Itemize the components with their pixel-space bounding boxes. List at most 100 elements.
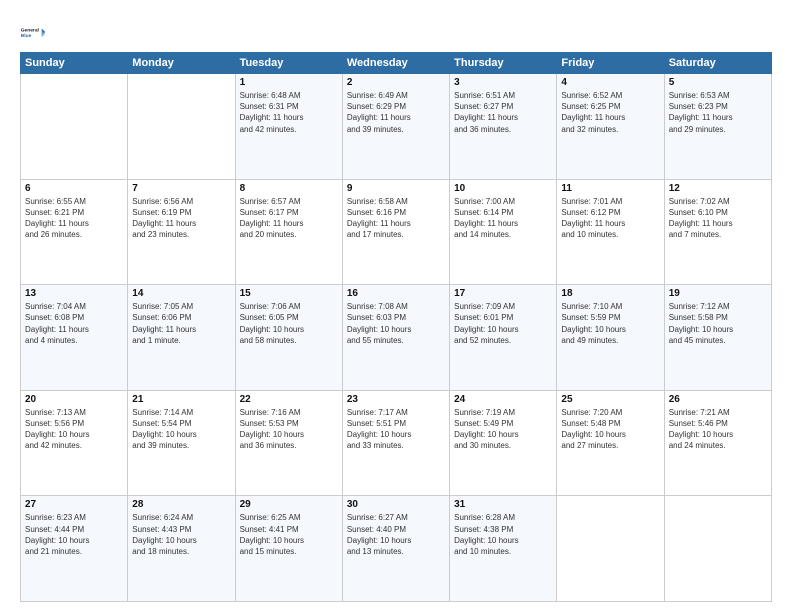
svg-text:Blue: Blue — [21, 33, 32, 39]
day-number: 5 — [669, 77, 767, 88]
day-number: 12 — [669, 183, 767, 194]
day-cell: 9Sunrise: 6:58 AM Sunset: 6:16 PM Daylig… — [342, 179, 449, 285]
day-info: Sunrise: 6:24 AM Sunset: 4:43 PM Dayligh… — [132, 512, 230, 557]
day-cell: 31 Sunrise: 6:28 AM Sunset: 4:38 PM Dayli… — [450, 496, 557, 602]
day-cell — [664, 496, 771, 602]
day-cell: 27 Sunrise: 6:23 AM Sunset: 4:44 PM Dayli… — [21, 496, 128, 602]
day-cell: 8 Sunrise: 6:57 AM Sunset: 6:17 PM Daylig… — [235, 179, 342, 285]
day-cell: 5 Sunrise: 6:53 AM Sunset: 6:23 PM Daylig… — [664, 74, 771, 180]
day-header: Sunday — [21, 53, 128, 74]
week-row: 27 Sunrise: 6:23 AM Sunset: 4:44 PM Dayli… — [21, 496, 772, 602]
day-info: Sunrise: 6:51 AM Sunset: 6:27 PM Dayligh… — [454, 90, 552, 135]
day-cell: 22 Sunrise: 7:16 AM Sunset: 5:53 PM Dayli… — [235, 390, 342, 496]
day-header: Tuesday — [235, 53, 342, 74]
day-number: 7 — [132, 183, 230, 194]
day-info: Sunrise: 7:04 AM Sunset: 6:08 PM Dayligh… — [25, 301, 123, 346]
day-cell: 6 Sunrise: 6:55 AM Sunset: 6:21 PM Daylig… — [21, 179, 128, 285]
day-cell — [128, 74, 235, 180]
day-number: 28 — [132, 499, 230, 510]
day-cell: 28 Sunrise: 6:24 AM Sunset: 4:43 PM Dayli… — [128, 496, 235, 602]
day-cell: 25Sunrise: 7:20 AM Sunset: 5:48 PM Dayli… — [557, 390, 664, 496]
day-cell: 19 Sunrise: 7:12 AM Sunset: 5:58 PM Dayli… — [664, 285, 771, 391]
day-info: Sunrise: 7:00 AM Sunset: 6:14 PM Dayligh… — [454, 196, 552, 241]
day-cell: 1 Sunrise: 6:48 AM Sunset: 6:31 PM Daylig… — [235, 74, 342, 180]
day-info: Sunrise: 6:52 AM Sunset: 6:25 PM Dayligh… — [561, 90, 659, 135]
day-info: Sunrise: 7:05 AM Sunset: 6:06 PM Dayligh… — [132, 301, 230, 346]
day-number: 30 — [347, 499, 445, 510]
day-number: 29 — [240, 499, 338, 510]
logo-icon: GeneralBlue — [20, 18, 48, 46]
day-cell: 16 Sunrise: 7:08 AM Sunset: 6:03 PM Dayli… — [342, 285, 449, 391]
day-number: 31 — [454, 499, 552, 510]
day-info: Sunrise: 6:49 AM Sunset: 6:29 PM Dayligh… — [347, 90, 445, 135]
day-info: Sunrise: 6:56 AM Sunset: 6:19 PM Dayligh… — [132, 196, 230, 241]
day-info: Sunrise: 7:02 AM Sunset: 6:10 PM Dayligh… — [669, 196, 767, 241]
logo: GeneralBlue — [20, 18, 48, 46]
header: GeneralBlue — [20, 18, 772, 46]
day-info: Sunrise: 6:55 AM Sunset: 6:21 PM Dayligh… — [25, 196, 123, 241]
day-number: 17 — [454, 288, 552, 299]
week-row: 13 Sunrise: 7:04 AM Sunset: 6:08 PM Dayli… — [21, 285, 772, 391]
day-cell: 24 Sunrise: 7:19 AM Sunset: 5:49 PM Dayli… — [450, 390, 557, 496]
day-header: Wednesday — [342, 53, 449, 74]
day-info: Sunrise: 6:25 AM Sunset: 4:41 PM Dayligh… — [240, 512, 338, 557]
day-number: 1 — [240, 77, 338, 88]
day-info: Sunrise: 6:58 AM Sunset: 6:16 PM Dayligh… — [347, 196, 445, 241]
day-cell: 10 Sunrise: 7:00 AM Sunset: 6:14 PM Dayli… — [450, 179, 557, 285]
day-info: Sunrise: 7:21 AM Sunset: 5:46 PM Dayligh… — [669, 407, 767, 452]
day-cell: 23Sunrise: 7:17 AM Sunset: 5:51 PM Dayli… — [342, 390, 449, 496]
day-number: 19 — [669, 288, 767, 299]
day-number: 24 — [454, 394, 552, 405]
day-cell: 29 Sunrise: 6:25 AM Sunset: 4:41 PM Dayli… — [235, 496, 342, 602]
day-number: 22 — [240, 394, 338, 405]
day-info: Sunrise: 7:12 AM Sunset: 5:58 PM Dayligh… — [669, 301, 767, 346]
day-cell: 14 Sunrise: 7:05 AM Sunset: 6:06 PM Dayli… — [128, 285, 235, 391]
calendar-table: SundayMondayTuesdayWednesdayThursdayFrid… — [20, 52, 772, 602]
day-number: 23 — [347, 394, 445, 405]
day-number: 27 — [25, 499, 123, 510]
day-cell: 12 Sunrise: 7:02 AM Sunset: 6:10 PM Dayli… — [664, 179, 771, 285]
day-number: 3 — [454, 77, 552, 88]
day-cell: 30 Sunrise: 6:27 AM Sunset: 4:40 PM Dayli… — [342, 496, 449, 602]
day-info: Sunrise: 7:08 AM Sunset: 6:03 PM Dayligh… — [347, 301, 445, 346]
day-cell: 17Sunrise: 7:09 AM Sunset: 6:01 PM Dayli… — [450, 285, 557, 391]
day-cell: 11Sunrise: 7:01 AM Sunset: 6:12 PM Dayli… — [557, 179, 664, 285]
day-info: Sunrise: 7:20 AM Sunset: 5:48 PM Dayligh… — [561, 407, 659, 452]
day-number: 2 — [347, 77, 445, 88]
day-cell: 2 Sunrise: 6:49 AM Sunset: 6:29 PM Daylig… — [342, 74, 449, 180]
day-cell: 7 Sunrise: 6:56 AM Sunset: 6:19 PM Daylig… — [128, 179, 235, 285]
day-cell: 3 Sunrise: 6:51 AM Sunset: 6:27 PM Daylig… — [450, 74, 557, 180]
day-cell: 4Sunrise: 6:52 AM Sunset: 6:25 PM Daylig… — [557, 74, 664, 180]
day-number: 10 — [454, 183, 552, 194]
day-number: 13 — [25, 288, 123, 299]
day-number: 8 — [240, 183, 338, 194]
day-info: Sunrise: 7:16 AM Sunset: 5:53 PM Dayligh… — [240, 407, 338, 452]
day-header: Thursday — [450, 53, 557, 74]
day-info: Sunrise: 6:48 AM Sunset: 6:31 PM Dayligh… — [240, 90, 338, 135]
day-header: Saturday — [664, 53, 771, 74]
day-number: 6 — [25, 183, 123, 194]
day-info: Sunrise: 6:53 AM Sunset: 6:23 PM Dayligh… — [669, 90, 767, 135]
day-number: 26 — [669, 394, 767, 405]
day-number: 14 — [132, 288, 230, 299]
day-info: Sunrise: 6:57 AM Sunset: 6:17 PM Dayligh… — [240, 196, 338, 241]
day-number: 16 — [347, 288, 445, 299]
week-row: 20Sunrise: 7:13 AM Sunset: 5:56 PM Dayli… — [21, 390, 772, 496]
day-info: Sunrise: 6:27 AM Sunset: 4:40 PM Dayligh… — [347, 512, 445, 557]
day-header: Monday — [128, 53, 235, 74]
day-cell: 13 Sunrise: 7:04 AM Sunset: 6:08 PM Dayli… — [21, 285, 128, 391]
day-info: Sunrise: 7:10 AM Sunset: 5:59 PM Dayligh… — [561, 301, 659, 346]
day-cell: 26 Sunrise: 7:21 AM Sunset: 5:46 PM Dayli… — [664, 390, 771, 496]
svg-text:General: General — [21, 27, 40, 33]
day-number: 18 — [561, 288, 659, 299]
day-number: 11 — [561, 183, 659, 194]
week-row: 6 Sunrise: 6:55 AM Sunset: 6:21 PM Daylig… — [21, 179, 772, 285]
day-info: Sunrise: 6:28 AM Sunset: 4:38 PM Dayligh… — [454, 512, 552, 557]
day-header: Friday — [557, 53, 664, 74]
day-info: Sunrise: 7:19 AM Sunset: 5:49 PM Dayligh… — [454, 407, 552, 452]
day-info: Sunrise: 6:23 AM Sunset: 4:44 PM Dayligh… — [25, 512, 123, 557]
header-row: SundayMondayTuesdayWednesdayThursdayFrid… — [21, 53, 772, 74]
day-info: Sunrise: 7:06 AM Sunset: 6:05 PM Dayligh… — [240, 301, 338, 346]
day-cell: 20Sunrise: 7:13 AM Sunset: 5:56 PM Dayli… — [21, 390, 128, 496]
day-cell: 15Sunrise: 7:06 AM Sunset: 6:05 PM Dayli… — [235, 285, 342, 391]
